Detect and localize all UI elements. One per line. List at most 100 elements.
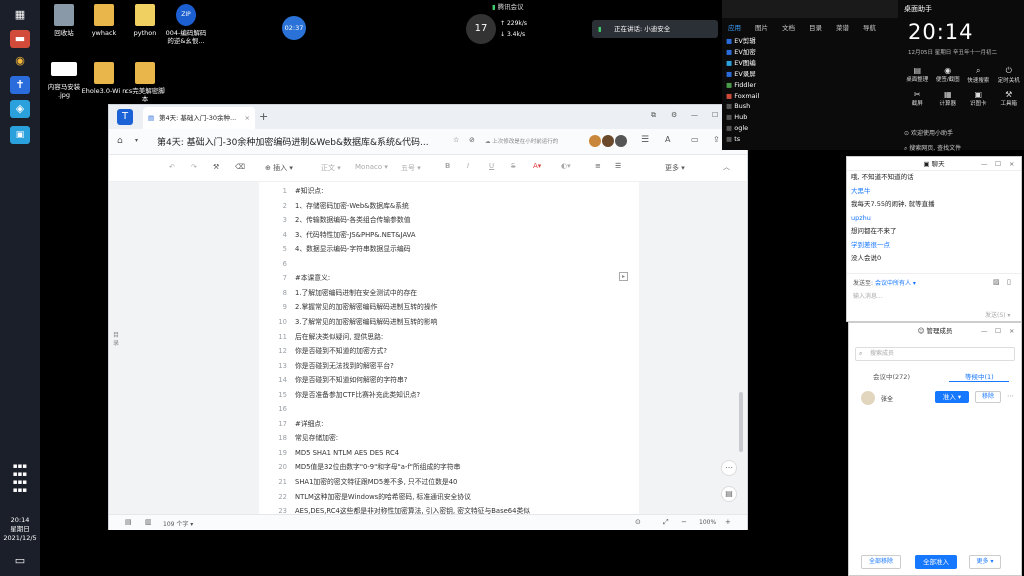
send-button[interactable]: 发送(S) ▾ xyxy=(985,310,1010,319)
notification-icon[interactable]: ▭ xyxy=(10,552,30,570)
maximize-icon[interactable]: ☐ xyxy=(995,323,1001,339)
shield-icon[interactable]: ◈ xyxy=(10,100,30,118)
image-icon[interactable]: ▨ xyxy=(993,278,1000,286)
desktop-icon-ehole[interactable]: Ehole3.0-Wi n xyxy=(81,62,127,95)
document-line[interactable]: 4 3、代码特性加密-JS&PHP&.NET&JAVA xyxy=(259,228,639,243)
close-icon[interactable]: × xyxy=(1009,157,1014,171)
app-list-item[interactable]: ■ EV剪辑 xyxy=(726,36,806,47)
more-button[interactable]: 更多 ▾ xyxy=(665,163,685,173)
desktop-icon-cs-script[interactable]: cs完美解密脚 本 xyxy=(122,62,168,103)
layout-icon[interactable]: ▥ xyxy=(145,518,152,526)
document-line[interactable]: 2 1、存储密码加密-Web&数据库&系统 xyxy=(259,199,639,214)
document-line[interactable]: 9 2.掌握常见的加密解密编码解码进制互转的操作 xyxy=(259,300,639,315)
chrome-icon[interactable]: ◉ xyxy=(10,52,30,70)
document-page[interactable]: 1 #知识点: 2 1、存储密码加密-Web&数据库&系统 3 2、传输数据编码-各类组合… xyxy=(259,182,639,514)
document-line[interactable]: 18 常见存储加密: xyxy=(259,431,639,446)
tag-icon[interactable]: ⊘ xyxy=(469,136,475,144)
zoom-out-icon[interactable]: − xyxy=(681,518,687,526)
remove-all-button[interactable]: 全部移除 xyxy=(861,555,901,569)
app-icon-1[interactable]: ▬ xyxy=(10,30,30,48)
admit-all-button[interactable]: 全部准入 xyxy=(915,555,957,569)
home-icon[interactable]: ⌂ xyxy=(117,136,123,146)
maximize-icon[interactable]: ☐ xyxy=(995,157,1001,171)
document-line[interactable]: 5 4、数据显示编码-字符串数据显示编码 xyxy=(259,242,639,257)
tab-document[interactable]: ▤ 第4天: 基础入门-30余种... × xyxy=(143,107,255,129)
fit-icon[interactable]: ⤢ xyxy=(663,518,669,527)
member-row[interactable]: 张全 准入 ▾ 移除 ⋯ xyxy=(849,387,1021,409)
focus-icon[interactable]: ⊙ xyxy=(635,518,641,526)
start-menu-icon[interactable]: ▦ xyxy=(10,6,30,24)
tab-in-meeting[interactable]: 会议中(272) xyxy=(873,371,910,381)
undo-icon[interactable]: ↶ xyxy=(169,163,175,171)
share-icon[interactable]: ⇪ xyxy=(713,135,720,144)
chevron-down-icon[interactable]: ▾ xyxy=(135,137,138,144)
remove-button[interactable]: 移除 xyxy=(975,391,1001,403)
menu-icon[interactable]: ☰ xyxy=(641,135,649,145)
align-button[interactable]: ≡ xyxy=(595,162,601,170)
message-sender[interactable]: upzhu xyxy=(851,212,1015,226)
page-view-icon[interactable]: ▤ xyxy=(125,518,132,526)
more-icon[interactable]: ⋯ xyxy=(1007,392,1014,400)
minimize-icon[interactable]: — xyxy=(691,111,698,119)
quick-tool[interactable]: ◉ 便签/截图 xyxy=(933,66,964,84)
speed-gauge[interactable]: 17 xyxy=(466,14,496,44)
redo-icon[interactable]: ↷ xyxy=(191,163,197,171)
quick-tool[interactable]: ✂ 截屏 xyxy=(902,90,933,107)
outline-icon[interactable]: ▤ xyxy=(721,486,737,502)
document-line[interactable]: 6 xyxy=(259,257,639,272)
document-line[interactable]: 8 1.了解加密编码进制在安全测试中的存在 xyxy=(259,286,639,301)
document-line[interactable]: 3 2、传输数据编码-各类组合传输参数值 xyxy=(259,213,639,228)
document-line[interactable]: 21 SHA1加密的密文特征跟MD5差不多, 只不过位数是40 xyxy=(259,475,639,490)
send-to-select[interactable]: 会议中所有人 ▾ xyxy=(875,280,916,287)
text-color-button[interactable]: A▾ xyxy=(533,162,541,170)
document-line[interactable]: 19 MD5 SHA1 NTLM AES DES RC4 xyxy=(259,446,639,461)
recording-timer[interactable]: 02:37 xyxy=(282,16,306,40)
document-line[interactable]: 20 MD5值是32位由数字"0-9"和字母"a-f"所组成的字符串 xyxy=(259,460,639,475)
quick-tool[interactable]: ▦ 计算器 xyxy=(933,90,964,107)
more-actions-icon[interactable]: ⋯ xyxy=(721,460,737,476)
app-list-item[interactable]: ■ EV图编 xyxy=(726,58,806,69)
quick-tool[interactable]: ▤ 桌面整理 xyxy=(902,66,933,84)
app-list-item[interactable]: ■ Foxmail xyxy=(726,91,806,102)
minimize-icon[interactable]: — xyxy=(981,323,988,339)
app-list-item[interactable]: ■ Fiddler xyxy=(726,80,806,91)
collapse-icon[interactable]: ︿ xyxy=(723,162,730,172)
quick-tool[interactable]: ▣ 识图卡 xyxy=(963,90,994,107)
zoom-level[interactable]: 100% xyxy=(699,519,716,526)
file-icon[interactable]: ▯ xyxy=(1007,278,1011,286)
close-tab-icon[interactable]: × xyxy=(245,107,250,129)
quick-tool[interactable]: ⚒ 工具箱 xyxy=(994,90,1024,107)
doc-title[interactable]: 第4天: 基础入门-30余种加密编码进制&Web&数据库&系统&代码... xyxy=(157,135,447,148)
present-icon[interactable]: ▭ xyxy=(691,135,699,144)
panel-tab[interactable]: 应用 xyxy=(728,22,741,34)
underline-button[interactable]: U xyxy=(489,162,494,170)
format-painter-icon[interactable]: ⚒ xyxy=(213,163,219,171)
quick-tool[interactable]: ⌕ 快速搜索 xyxy=(963,66,994,84)
desktop-icon-ywhack[interactable]: ywhack xyxy=(81,4,127,37)
strikethrough-button[interactable]: S xyxy=(511,162,515,170)
tab-waiting[interactable]: 等候中(1) xyxy=(965,371,994,381)
outline-toggle[interactable]: 目录 xyxy=(113,332,119,348)
admit-button[interactable]: 准入 ▾ xyxy=(935,391,969,403)
chat-input[interactable]: 输入消息... xyxy=(853,291,883,300)
members-more-button[interactable]: 更多 ▾ xyxy=(969,555,1001,569)
document-line[interactable]: 7 #本课意义: xyxy=(259,271,639,286)
star-icon[interactable]: ☆ xyxy=(453,136,459,144)
panel-tab[interactable]: 导航 xyxy=(863,22,876,34)
quick-tool[interactable]: ⏻ 定时关机 xyxy=(994,66,1024,84)
insert-button[interactable]: ⊕ 插入 ▾ xyxy=(265,163,293,173)
maximize-icon[interactable]: ☐ xyxy=(712,111,718,119)
document-line[interactable]: 10 3.了解常见的加密解密编码解码进制互转的影响 xyxy=(259,315,639,330)
clear-format-icon[interactable]: ⌫ xyxy=(235,163,245,171)
panel-tab[interactable]: 菜谱 xyxy=(836,22,849,34)
panel-tab[interactable]: 目录 xyxy=(809,22,822,34)
document-line[interactable]: 14 你是否碰到不知道如何解密的字符串? xyxy=(259,373,639,388)
new-tab-button[interactable]: + xyxy=(259,110,268,123)
close-icon[interactable]: × xyxy=(1009,323,1014,339)
app-list-item[interactable]: ■ Hub xyxy=(726,112,806,123)
font-select[interactable]: Monaco ▾ xyxy=(355,163,388,171)
app-list-item[interactable]: ■ ogle xyxy=(726,123,806,134)
document-line[interactable]: 22 NTLM这种加密是Windows的哈希密码, 标准通讯安全协议 xyxy=(259,490,639,505)
document-line[interactable]: 17 #详细点: xyxy=(259,417,639,432)
assistant-search[interactable]: ⌕ 搜索网页, 查找文件 xyxy=(904,143,961,153)
